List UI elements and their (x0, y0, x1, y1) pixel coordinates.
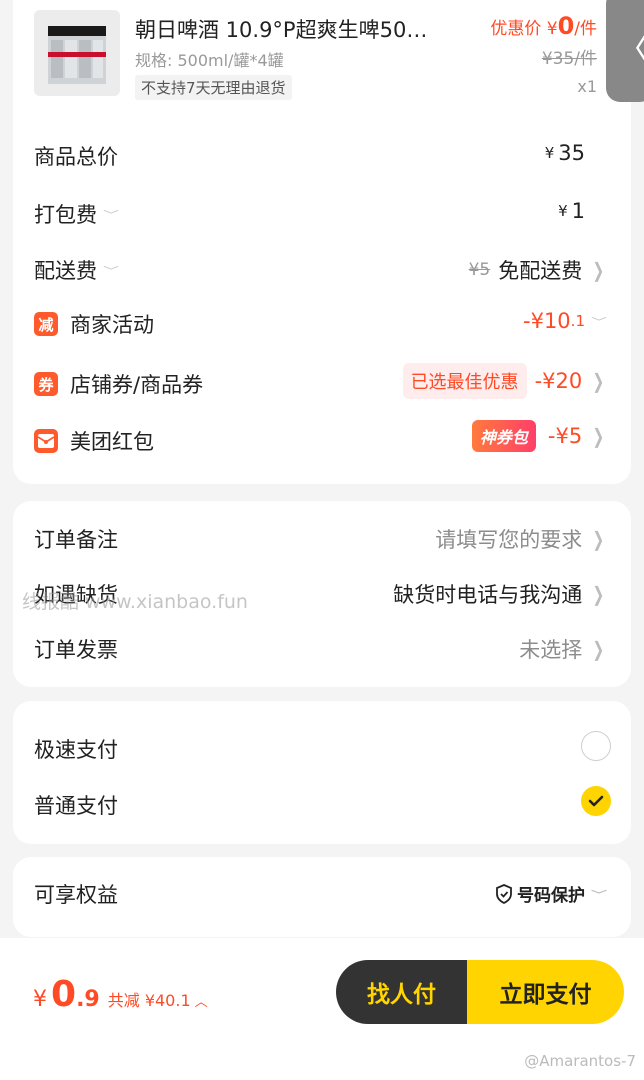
red-packet-icon (34, 429, 58, 453)
pay-by-friend-button[interactable]: 找人付 (336, 960, 467, 1024)
chevron-up-icon: ︿ (194, 995, 208, 1010)
delivery-fee-text: 配送费 (34, 259, 97, 283)
order-remark-placeholder: 请填写您的要求 (435, 528, 583, 552)
delivery-fee-value[interactable]: ¥5 免配送费 ❯ (469, 255, 607, 285)
delivery-fee-label[interactable]: 配送费 ﹀ (34, 255, 119, 285)
coupon-icon: 券 (34, 372, 58, 396)
product-spec: 规格: 500ml/罐*4罐 (135, 51, 284, 70)
deal-price-label: 优惠价 ¥ (490, 19, 558, 39)
packing-fee-label[interactable]: 打包费 ﹀ (34, 199, 119, 229)
stockout-value[interactable]: 缺货时电话与我沟通 ❯ (393, 579, 607, 609)
total-saved: 共减 ¥40.1 (107, 991, 191, 1010)
pay-amount: 0 (51, 974, 77, 1015)
coupon-value[interactable]: 已选最佳优惠 -¥20 ❯ (402, 363, 607, 399)
product-image[interactable] (34, 10, 120, 96)
packing-fee-row[interactable]: 打包费 ﹀ ¥ 1 (13, 193, 631, 233)
order-remark-row[interactable]: 订单备注 请填写您的要求 ❯ (13, 518, 631, 558)
normal-pay-radio[interactable] (581, 786, 611, 816)
chevron-right-icon: ❯ (592, 424, 605, 448)
invoice-row[interactable]: 订单发票 未选择 ❯ (13, 628, 631, 668)
merchant-activity-text: 商家活动 (70, 313, 154, 337)
red-packet-amount: -¥5 (547, 424, 583, 448)
pay-now-button[interactable]: 立即支付 (467, 960, 624, 1024)
merchant-activity-row[interactable]: 减 商家活动 -¥10.1 ﹀ (13, 303, 631, 343)
pay-total[interactable]: ¥ 0 .9 共减 ¥40.1 ︿ (33, 974, 208, 1015)
no-return-badge: 不支持7天无理由退货 (135, 75, 292, 100)
quantity: x1 (577, 77, 597, 96)
benefits-label: 可享权益 (34, 883, 118, 907)
deal-price-unit: /件 (574, 19, 597, 39)
merchant-activity-value[interactable]: -¥10.1 ﹀ (523, 309, 607, 333)
coupon-label: 券 店铺券/商品券 (34, 369, 203, 399)
payment-method-card: 极速支付 普通支付 (13, 701, 631, 844)
coupon-row[interactable]: 券 店铺券/商品券 已选最佳优惠 -¥20 ❯ (13, 363, 631, 403)
red-packet-value[interactable]: 神券包 -¥5 ❯ (471, 420, 607, 452)
packing-fee-text: 打包费 (34, 203, 97, 227)
total-price-label: 商品总价 (34, 145, 118, 169)
fast-pay-row[interactable]: 极速支付 (13, 728, 631, 768)
coupon-text: 店铺券/商品券 (70, 373, 204, 397)
merchant-discount-decimal: .1 (570, 312, 585, 330)
invoice-status: 未选择 (519, 638, 583, 662)
chevron-right-icon: ❯ (592, 258, 605, 282)
currency-symbol: ¥ (33, 987, 47, 1012)
deal-price: 优惠价 ¥0/件 (490, 12, 597, 40)
free-delivery-text: 免配送费 (498, 259, 583, 283)
chevron-right-icon: ❯ (592, 582, 605, 606)
original-price: ¥35/件 (541, 49, 597, 69)
benefits-row[interactable]: 可享权益 号码保护 ﹀ (13, 873, 631, 913)
deal-price-value: 0 (557, 12, 575, 40)
total-price-row: 商品总价 ¥ 35 (13, 135, 631, 175)
watermark: 线报酷 www.xianbao.fun (22, 591, 248, 613)
number-protection-text: 号码保护 (516, 886, 585, 906)
total-price-amount: 35 (558, 141, 585, 165)
discount-icon: 减 (34, 312, 58, 336)
chevron-right-icon: ❯ (592, 527, 605, 551)
image-credit: @Amarantos-7 (524, 1052, 636, 1070)
merchant-activity-label: 减 商家活动 (34, 309, 154, 339)
delivery-fee-row[interactable]: 配送费 ﹀ ¥5 免配送费 ❯ (13, 249, 631, 289)
benefits-card: 可享权益 号码保护 ﹀ (13, 857, 631, 937)
chevron-down-icon: ﹀ (590, 888, 607, 901)
delivery-original-fee: ¥5 (468, 260, 491, 280)
currency-symbol: ¥ (558, 202, 568, 220)
packing-fee-value: ¥ 1 (558, 199, 585, 223)
order-remark-value[interactable]: 请填写您的要求 ❯ (435, 524, 607, 554)
order-remark-label: 订单备注 (34, 528, 118, 552)
normal-pay-label: 普通支付 (34, 794, 118, 818)
invoice-value[interactable]: 未选择 ❯ (519, 634, 607, 664)
pay-amount-decimal: .9 (76, 987, 100, 1012)
pay-buttons: 找人付 立即支付 (336, 960, 624, 1024)
back-button[interactable]: 〈 (606, 0, 644, 102)
check-icon (588, 795, 604, 807)
red-packet-row[interactable]: 美团红包 神券包 -¥5 ❯ (13, 420, 631, 460)
benefits-value[interactable]: 号码保护 ﹀ (495, 881, 607, 906)
best-offer-tag: 已选最佳优惠 (402, 363, 527, 399)
red-packet-text: 美团红包 (70, 430, 154, 454)
chevron-down-icon: ﹀ (103, 209, 120, 221)
invoice-label: 订单发票 (34, 638, 118, 662)
red-packet-label: 美团红包 (34, 426, 154, 456)
coupon-pack-tag: 神券包 (471, 420, 536, 452)
order-summary-card: 朝日啤酒 10.9°P超爽生啤50… 规格: 500ml/罐*4罐 不支持7天无… (13, 0, 631, 484)
coupon-amount: -¥20 (534, 369, 583, 393)
fast-pay-label: 极速支付 (34, 738, 118, 762)
normal-pay-row[interactable]: 普通支付 (13, 784, 631, 824)
total-price-value: ¥ 35 (545, 141, 585, 165)
product-name[interactable]: 朝日啤酒 10.9°P超爽生啤50… (135, 14, 427, 44)
fast-pay-radio[interactable] (581, 731, 611, 761)
merchant-discount-amount: -¥10 (523, 309, 571, 333)
chevron-down-icon: ﹀ (103, 265, 120, 277)
chevron-right-icon: ❯ (592, 637, 605, 661)
packing-fee-amount: 1 (571, 199, 585, 223)
chevron-down-icon: ﹀ (590, 316, 607, 328)
chevron-right-icon: ❯ (592, 369, 605, 393)
stockout-option: 缺货时电话与我沟通 (393, 583, 583, 607)
currency-symbol: ¥ (544, 144, 555, 162)
shield-icon (496, 883, 512, 904)
